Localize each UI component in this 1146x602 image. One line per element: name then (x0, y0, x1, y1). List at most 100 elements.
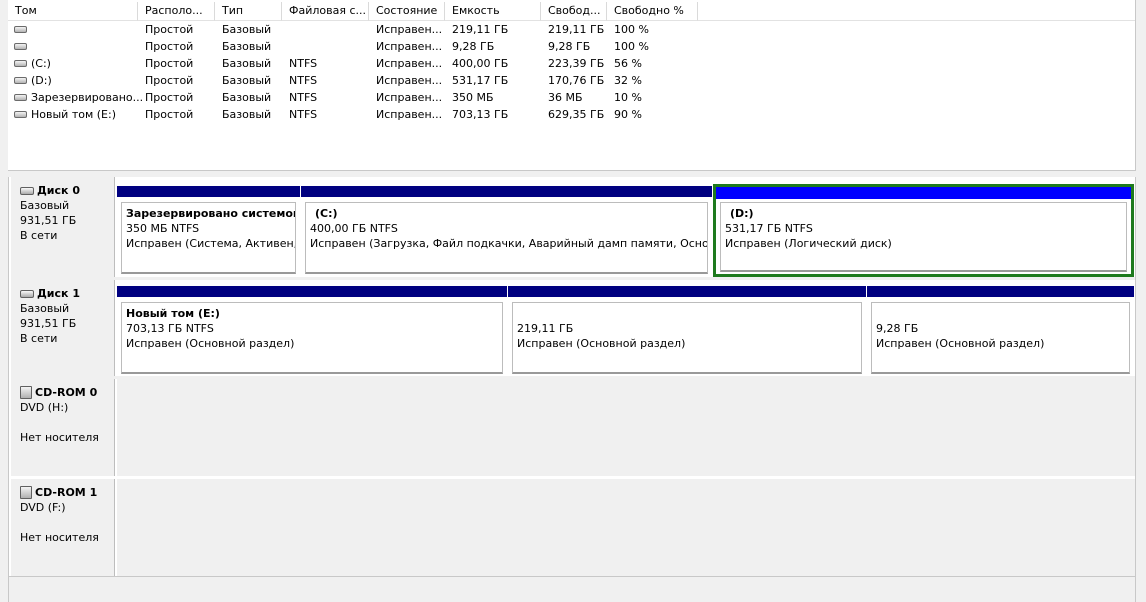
partition-size: 400,00 ГБ NTFS (310, 222, 398, 235)
volume-cell: 90 % (614, 108, 642, 121)
volume-cell: 170,76 ГБ (548, 74, 605, 87)
volume-cell: 629,35 ГБ (548, 108, 605, 121)
column-header-free-percent[interactable]: Свободно % (607, 2, 698, 21)
cdrom-title: CD-ROM 1 (35, 486, 98, 499)
partition-unnamed-2[interactable]: 9,28 ГБ Исправен (Основной раздел) (867, 286, 1134, 376)
volume-icon (14, 76, 27, 84)
partition-unnamed-1[interactable]: 219,11 ГБ Исправен (Основной раздел) (508, 286, 866, 376)
volume-name-cell: Зарезервировано... (14, 89, 143, 106)
unused-area (9, 576, 1135, 602)
volume-name-cell (14, 38, 31, 55)
volume-cell: Простой (145, 91, 194, 104)
cd-drive-icon (20, 386, 32, 399)
partition-size: 219,11 ГБ (517, 322, 574, 335)
cd-drive-icon (20, 486, 32, 499)
partition-size: 350 МБ NTFS (126, 222, 200, 235)
partition-c[interactable]: (C:) 400,00 ГБ NTFS Исправен (Загрузка, … (301, 186, 712, 276)
volume-cell: 56 % (614, 57, 642, 70)
disk-status: В сети (20, 332, 58, 345)
volume-cell: Простой (145, 108, 194, 121)
disk-size: 931,51 ГБ (20, 214, 77, 227)
volume-row[interactable]: Зарезервировано... Простой Базовый NTFS Испр… (8, 89, 1135, 106)
volume-cell: 400,00 ГБ (452, 57, 509, 70)
volume-cell: 10 % (614, 91, 642, 104)
partition-d[interactable]: (D:) 531,17 ГБ NTFS Исправен (Логический… (713, 184, 1134, 277)
volume-cell: 703,13 ГБ (452, 108, 509, 121)
column-header-layout[interactable]: Располо... (138, 2, 215, 21)
cdrom-drive: DVD (F:) (20, 501, 66, 514)
column-header-free-space[interactable]: Свобод... (541, 2, 607, 21)
column-header-type[interactable]: Тип (215, 2, 282, 21)
volume-icon (14, 93, 27, 101)
volume-name-cell: Новый том (E:) (14, 106, 116, 123)
partition-status: Исправен (Загрузка, Файл подкачки, Авари… (310, 237, 708, 250)
volume-cell: 219,11 ГБ (452, 23, 509, 36)
volume-row[interactable]: Простой Базовый Исправен... 219,11 ГБ 219,11… (8, 21, 1135, 38)
partition-name: (C:) (315, 207, 338, 220)
volume-cell: NTFS (289, 108, 318, 121)
partition-name: Новый том (E:) (126, 307, 220, 320)
partition-bar (867, 286, 1134, 297)
volume-icon (14, 110, 27, 118)
volume-cell: Исправен... (376, 57, 443, 70)
volume-row[interactable]: (C:) Простой Базовый NTFS Исправен... 400,00 … (8, 55, 1135, 72)
cdrom-title: CD-ROM 0 (35, 386, 98, 399)
column-header-capacity[interactable]: Емкость (445, 2, 541, 21)
partition-bar (117, 286, 507, 297)
partition-size: 9,28 ГБ (876, 322, 919, 335)
volume-cell: 32 % (614, 74, 642, 87)
disk-1-label[interactable]: Диск 1 Базовый 931,51 ГБ В сети (11, 280, 115, 376)
volume-icon (14, 42, 27, 50)
partition-status: Исправен (Основной раздел) (126, 337, 295, 350)
volume-cell: Исправен... (376, 23, 443, 36)
partition-size: 531,17 ГБ NTFS (725, 222, 813, 235)
volume-cell: Простой (145, 57, 194, 70)
volume-cell: 100 % (614, 23, 649, 36)
cdrom-0-label[interactable]: CD-ROM 0 DVD (H:) Нет носителя (11, 379, 115, 476)
volume-cell: NTFS (289, 91, 318, 104)
volume-cell: 223,39 ГБ (548, 57, 605, 70)
cdrom-drive: DVD (H:) (20, 401, 69, 414)
volume-cell: Базовый (222, 91, 272, 104)
column-header-filesystem[interactable]: Файловая с... (282, 2, 369, 21)
volume-cell: NTFS (289, 57, 318, 70)
volume-cell: Исправен... (376, 91, 443, 104)
volume-name-cell: (C:) (14, 55, 51, 72)
volume-list[interactable]: Том Располо... Тип Файловая с... Состоян… (8, 0, 1136, 171)
disk-0-label[interactable]: Диск 0 Базовый 931,51 ГБ В сети (11, 177, 115, 277)
partition-e[interactable]: Новый том (E:) 703,13 ГБ NTFS Исправен (… (117, 286, 507, 376)
column-header-status[interactable]: Состояние (369, 2, 445, 21)
volume-cell: 219,11 ГБ (548, 23, 605, 36)
partition-size: 703,13 ГБ NTFS (126, 322, 214, 335)
volume-name: (D:) (31, 74, 52, 87)
volume-cell: 531,17 ГБ (452, 74, 509, 87)
volume-cell: Простой (145, 40, 194, 53)
partition-name (517, 306, 861, 321)
partition-status: Исправен (Основной раздел) (517, 337, 686, 350)
partition-status: Исправен (Логический диск) (725, 237, 892, 250)
cdrom-1-label[interactable]: CD-ROM 1 DVD (F:) Нет носителя (11, 479, 115, 576)
partition-name: Зарезервировано системой (126, 207, 296, 220)
partition-bar (508, 286, 866, 297)
volume-row[interactable]: Новый том (E:) Простой Базовый NTFS Исправен… (8, 106, 1135, 123)
disk-title: Диск 0 (37, 184, 80, 197)
disk-type: Базовый (20, 199, 70, 212)
partition-bar (301, 186, 712, 197)
volume-name: Зарезервировано... (31, 91, 144, 104)
hard-disk-icon (20, 289, 34, 298)
volume-cell: 36 МБ (548, 91, 583, 104)
volume-icon (14, 59, 27, 67)
cdrom-0-media-area[interactable] (117, 379, 1135, 476)
hard-disk-icon (20, 186, 34, 195)
volume-row[interactable]: Простой Базовый Исправен... 9,28 ГБ 9,28 ГБ 1… (8, 38, 1135, 55)
volume-cell: 100 % (614, 40, 649, 53)
disk-size: 931,51 ГБ (20, 317, 77, 330)
volume-cell: NTFS (289, 74, 318, 87)
partition-name (876, 306, 1129, 321)
cdrom-1-media-area[interactable] (117, 479, 1135, 576)
volume-row[interactable]: (D:) Простой Базовый NTFS Исправен... 531,17 … (8, 72, 1135, 89)
column-header-filler (698, 2, 1135, 21)
partition-system-reserved[interactable]: Зарезервировано системой 350 МБ NTFS Исп… (117, 186, 300, 276)
volume-cell: Исправен... (376, 40, 443, 53)
column-header-volume[interactable]: Том (8, 2, 138, 21)
